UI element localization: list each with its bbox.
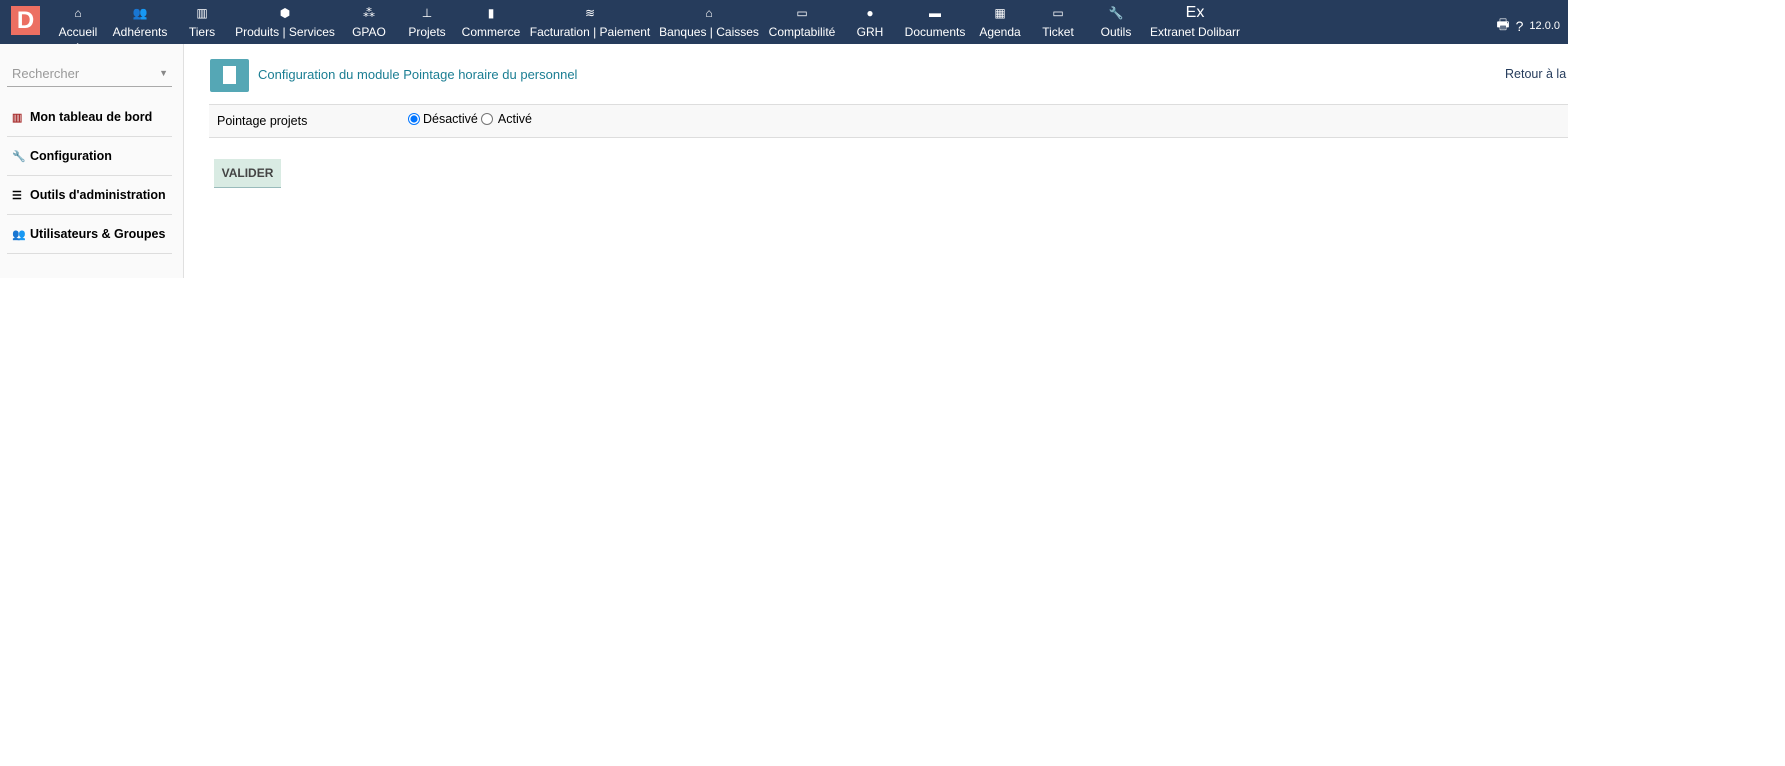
nav-ticket[interactable]: ▭ Ticket xyxy=(1042,6,1074,39)
nav-commerce[interactable]: ▮ Commerce xyxy=(462,6,521,39)
wrench-icon: 🔧 xyxy=(1108,6,1124,20)
nav-projets[interactable]: ⊥ Projets xyxy=(408,6,445,39)
radio-disabled[interactable] xyxy=(408,113,420,125)
nav-label: Adhérents xyxy=(112,25,168,39)
money-check-icon: ▭ xyxy=(796,6,808,20)
help-icon[interactable]: ? xyxy=(1516,18,1524,34)
radio-enabled[interactable] xyxy=(480,113,493,125)
nav-accueil[interactable]: ⌂ Accueil xyxy=(58,6,98,48)
bank-icon: ⌂ xyxy=(705,6,713,20)
cubes-icon: ⁂ xyxy=(362,6,375,20)
nav-banques-caisses[interactable]: ⌂ Banques | Caisses xyxy=(659,6,759,39)
sidebar-item-label: Configuration xyxy=(30,149,112,163)
page-title: Configuration du module Pointage horaire… xyxy=(258,67,578,82)
nav-label: Tiers xyxy=(188,25,216,39)
nav-documents[interactable]: ▬ Documents xyxy=(905,6,966,39)
nav-comptabilit-[interactable]: ▭ Comptabilité xyxy=(769,6,836,39)
sidebar-item-label: Mon tableau de bord xyxy=(30,110,153,124)
setting-row: Pointage projets Désactivé Activé xyxy=(209,104,1568,138)
nav-label: Documents xyxy=(904,25,966,39)
sidebar-item-configuration[interactable]: 🔧 Configuration xyxy=(7,137,172,176)
search-placeholder: Rechercher xyxy=(12,66,80,81)
nav-label: Extranet Dolibarr xyxy=(1149,25,1241,39)
radio-enabled-label[interactable]: Activé xyxy=(498,112,532,126)
app: D ⌂ Accueil 👥 Adhérents ▥ Tiers ⬢ Produits | Se… xyxy=(0,0,1568,766)
nav-facturation-paiement[interactable]: ≋ Facturation | Paiement xyxy=(530,6,651,39)
nav-extranet-dolibarr[interactable]: Ex Extranet Dolibarr xyxy=(1149,4,1241,40)
nav-adh-rents[interactable]: 👥 Adhérents xyxy=(113,6,168,39)
dolibarr-logo[interactable]: D xyxy=(11,6,40,35)
server-icon: ☰ xyxy=(12,190,22,202)
nav-label: Produits | Services xyxy=(235,25,335,39)
nav-grh[interactable]: ● GRH xyxy=(857,6,884,39)
nav-label: Projets xyxy=(408,25,446,39)
nav-agenda[interactable]: ▦ Agenda xyxy=(979,6,1020,39)
print-icon[interactable]: 🖶 xyxy=(1496,14,1509,38)
nav-tiers[interactable]: ▥ Tiers xyxy=(189,6,215,39)
chevron-down-icon: ▼ xyxy=(159,68,168,78)
radio-disabled-label[interactable]: Désactivé xyxy=(423,112,478,126)
suitcase-icon: ▮ xyxy=(487,6,495,20)
calendar-icon: ▦ xyxy=(994,6,1006,20)
setting-label: Pointage projets xyxy=(217,114,308,128)
nav-label: Accueil xyxy=(58,25,98,39)
nav-label: GPAO xyxy=(352,25,386,39)
sitemap-icon: ⊥ xyxy=(421,6,433,20)
nav-label: Ticket xyxy=(1042,25,1074,39)
sidebar-item-dashboard[interactable]: ▥ Mon tableau de bord xyxy=(7,98,172,137)
wrench-icon: 🔧 xyxy=(12,151,26,163)
nav-label: Comptabilité xyxy=(768,25,836,39)
nav-label: Facturation | Paiement xyxy=(529,25,651,39)
ticket-icon: ▭ xyxy=(1052,6,1064,20)
sidebar: Rechercher ▼ ▥ Mon tableau de bord 🔧 Confi… xyxy=(0,44,184,278)
top-right-tools: 🖶 ? 12.0.0 xyxy=(1496,14,1560,38)
nav-label: Commerce xyxy=(461,25,521,39)
back-link[interactable]: Retour à la xyxy=(1505,67,1566,81)
top-menu-bar: D ⌂ Accueil 👥 Adhérents ▥ Tiers ⬢ Produits | Se… xyxy=(0,0,1568,48)
nav-label: Outils xyxy=(1100,25,1132,39)
version-label: 12.0.0 xyxy=(1529,20,1560,32)
folder-icon: ▬ xyxy=(928,6,941,20)
sidebar-item-admin-tools[interactable]: ☰ Outils d'administration xyxy=(7,176,172,215)
chart-icon: ▥ xyxy=(12,112,23,124)
building-icon: ▥ xyxy=(196,6,208,20)
nav-outils[interactable]: 🔧 Outils xyxy=(1101,6,1132,39)
nav-label: Banques | Caisses xyxy=(659,25,759,39)
nav-label: Agenda xyxy=(979,25,1021,39)
users-icon: 👥 xyxy=(132,6,148,20)
users-icon: 👥 xyxy=(12,229,26,241)
coins-icon: ≋ xyxy=(584,6,596,20)
sidebar-item-users-groups[interactable]: 👥 Utilisateurs & Groupes xyxy=(7,215,172,254)
module-file-icon xyxy=(210,59,249,92)
nav-label: GRH xyxy=(856,25,884,39)
submit-button[interactable]: VALIDER xyxy=(214,159,281,188)
nav-produits-services[interactable]: ⬢ Produits | Services xyxy=(235,6,335,39)
cube-icon: ⬢ xyxy=(279,6,291,20)
sidebar-item-label: Outils d'administration xyxy=(30,188,166,202)
home-icon: ⌂ xyxy=(74,6,82,20)
ex-icon: Ex xyxy=(1185,4,1205,21)
nav-gpao[interactable]: ⁂ GPAO xyxy=(352,6,386,39)
search-select[interactable]: Rechercher ▼ xyxy=(7,64,172,87)
user-tie-icon: ● xyxy=(866,6,874,20)
sidebar-item-label: Utilisateurs & Groupes xyxy=(30,227,166,241)
